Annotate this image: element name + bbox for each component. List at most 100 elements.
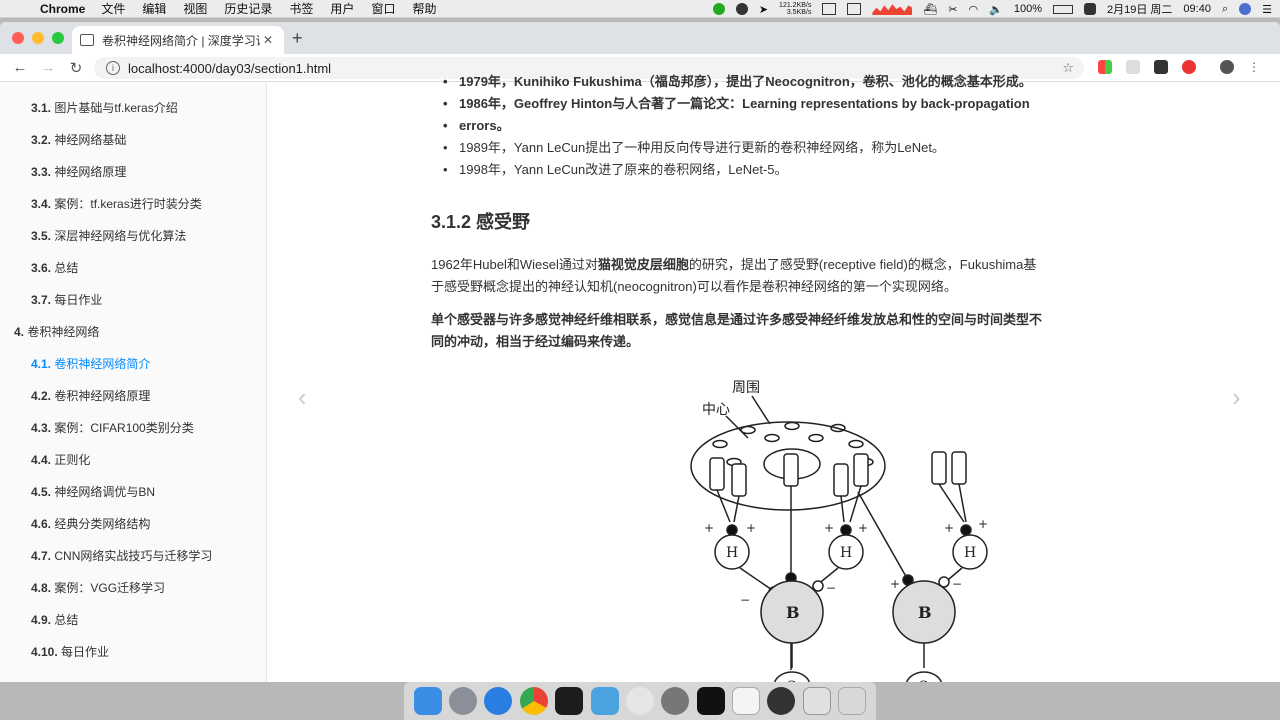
book-icon [80, 34, 94, 46]
reload-button[interactable]: ↻ [62, 59, 90, 77]
github-icon[interactable] [735, 3, 748, 15]
forward-button[interactable]: → [34, 59, 62, 76]
tab-active[interactable]: 卷积神经网络简介 | 深度学习课 ✕ [72, 26, 284, 54]
system-preferences-icon[interactable] [661, 687, 690, 715]
site-info-icon[interactable]: i [106, 61, 120, 75]
sidebar-item-3-1[interactable]: 3.1. 图片基础与tf.keras介绍 [31, 98, 178, 118]
svg-text:+: + [704, 521, 714, 535]
macos-menubar: Chrome 文件 编辑 视图 历史记录 书签 用户 窗口 帮助 ➤ 121.2… [0, 0, 1280, 18]
textedit-icon[interactable] [732, 687, 761, 715]
extension-x-icon[interactable] [1154, 60, 1168, 74]
menu-window[interactable]: 窗口 [371, 0, 395, 17]
svg-text:−: − [826, 581, 836, 595]
tray-doc-icon[interactable] [822, 3, 837, 15]
menu-history[interactable]: 历史记录 [224, 0, 272, 17]
minimize-window-button[interactable] [32, 32, 44, 44]
zoom-window-button[interactable] [52, 32, 64, 44]
menu-file[interactable]: 文件 [101, 0, 125, 17]
extension-grid-icon[interactable] [1098, 60, 1112, 74]
label-surround: 周围 [732, 380, 760, 396]
sidebar-item-4-9[interactable]: 4.9. 总结 [31, 610, 78, 630]
sidebar-item-4-2[interactable]: 4.2. 卷积神经网络原理 [31, 386, 150, 406]
sidebar-item-3-2[interactable]: 3.2. 神经网络基础 [31, 130, 126, 150]
chrome-icon[interactable] [519, 687, 548, 715]
extension-cursor-icon[interactable] [1126, 60, 1140, 74]
sidebar-item-4-10[interactable]: 4.10. 每日作业 [31, 642, 109, 662]
svg-text:+: + [944, 521, 954, 535]
sidebar-item-4-3[interactable]: 4.3. 案例：CIFAR100类别分类 [31, 418, 194, 438]
node-h-left: H [726, 545, 738, 561]
menu-app-name[interactable]: Chrome [40, 2, 85, 16]
battery-label[interactable]: 100% [1014, 3, 1042, 15]
keynote-icon[interactable] [590, 687, 619, 715]
cpu-graph-icon[interactable] [872, 4, 913, 15]
node-b-left: B [786, 603, 800, 622]
svg-text:+: + [824, 521, 834, 535]
svg-text:+: + [890, 577, 900, 591]
terminal-icon[interactable] [696, 687, 725, 715]
history-bullet-1998: 1998年，Yann LeCun改进了原来的卷积网络，LeNet-5。 [443, 159, 787, 181]
node-b-right: B [918, 603, 932, 622]
clock-time[interactable]: 09:40 [1183, 3, 1211, 15]
sidebar-item-4-7[interactable]: 4.7. CNN网络实战技巧与迁移学习 [31, 546, 212, 566]
safari-icon[interactable] [484, 687, 513, 715]
typora-icon[interactable] [625, 687, 654, 715]
preview-icon[interactable] [802, 687, 831, 715]
sidebar-item-3-6[interactable]: 3.6. 总结 [31, 258, 78, 278]
menu-edit[interactable]: 编辑 [142, 0, 166, 17]
wifi-icon[interactable]: ◠ [969, 3, 979, 16]
menu-help[interactable]: 帮助 [412, 0, 436, 17]
tab-close-icon[interactable]: ✕ [260, 33, 276, 47]
clock-date[interactable]: 2月19日 周二 [1107, 1, 1172, 17]
scissors-icon[interactable]: ✂ [948, 3, 957, 16]
trash-icon[interactable] [838, 687, 867, 715]
menu-bookmarks[interactable]: 书签 [289, 0, 313, 17]
launchpad-icon[interactable] [449, 687, 478, 715]
docker-icon[interactable]: ⛴ [923, 3, 937, 16]
sidebar-item-3-3[interactable]: 3.3. 神经网络原理 [31, 162, 126, 182]
close-window-button[interactable] [12, 32, 24, 44]
menu-people[interactable]: 用户 [330, 0, 354, 17]
sidebar-item-3-4[interactable]: 3.4. 案例：tf.keras进行时装分类 [31, 194, 202, 214]
siri-icon[interactable] [1239, 3, 1252, 15]
sidebar-item-4-5[interactable]: 4.5. 神经网络调优与BN [31, 482, 155, 502]
pycharm-icon[interactable] [555, 687, 584, 715]
new-tab-button[interactable]: + [292, 28, 303, 49]
svg-text:+: + [978, 517, 988, 531]
obs-icon[interactable] [767, 687, 796, 715]
sidebar-item-4[interactable]: 4. 卷积神经网络 [14, 322, 99, 342]
back-button[interactable]: ← [6, 59, 34, 76]
label-center: 中心 [702, 402, 730, 418]
tab-title: 卷积神经网络简介 | 深度学习课 [102, 33, 260, 48]
tab-strip: 卷积神经网络简介 | 深度学习课 ✕ + [0, 22, 1280, 54]
sidebar-item-3-5[interactable]: 3.5. 深层神经网络与优化算法 [31, 226, 186, 246]
node-h-middle: H [840, 545, 852, 561]
bookmark-star-icon[interactable]: ☆ [1062, 60, 1074, 76]
spotlight-search-icon[interactable]: ⌕ [1222, 3, 1228, 16]
notification-center-icon[interactable]: ☰ [1262, 3, 1272, 16]
send-icon[interactable]: ➤ [759, 3, 768, 16]
next-page-chevron-icon[interactable]: › [1232, 382, 1241, 413]
tray-doc2-icon[interactable] [847, 3, 862, 15]
sidebar-item-4-8[interactable]: 4.8. 案例：VGG迁移学习 [31, 578, 165, 598]
history-bullet-1979: 1979年，Kunihiko Fukushima（福岛邦彦），提出了Neocog… [443, 71, 1032, 93]
extension-shield-icon[interactable] [1182, 60, 1196, 74]
svg-text:+: + [746, 521, 756, 535]
sidebar-item-3-7[interactable]: 3.7. 每日作业 [31, 290, 102, 310]
update-icon[interactable] [712, 3, 725, 15]
sidebar-item-4-4[interactable]: 4.4. 正则化 [31, 450, 90, 470]
window-controls [12, 32, 64, 44]
menu-view[interactable]: 视图 [183, 0, 207, 17]
profile-avatar[interactable] [1220, 60, 1234, 74]
sidebar-item-4-1[interactable]: 4.1. 卷积神经网络简介 [31, 354, 150, 374]
extensions-area: ⋮ [1098, 60, 1260, 74]
finder-icon[interactable] [413, 687, 442, 715]
battery-icon[interactable] [1053, 4, 1073, 14]
chrome-menu-icon[interactable]: ⋮ [1248, 60, 1260, 74]
previous-page-chevron-icon[interactable]: ‹ [298, 382, 307, 413]
sidebar-item-4-6[interactable]: 4.6. 经典分类网络结构 [31, 514, 150, 534]
volume-icon[interactable]: 🔈 [989, 3, 1003, 16]
input-method-icon[interactable] [1084, 3, 1096, 15]
network-speed: 121.2KB/s 3.5KB/s [779, 2, 812, 16]
svg-text:−: − [740, 593, 750, 607]
